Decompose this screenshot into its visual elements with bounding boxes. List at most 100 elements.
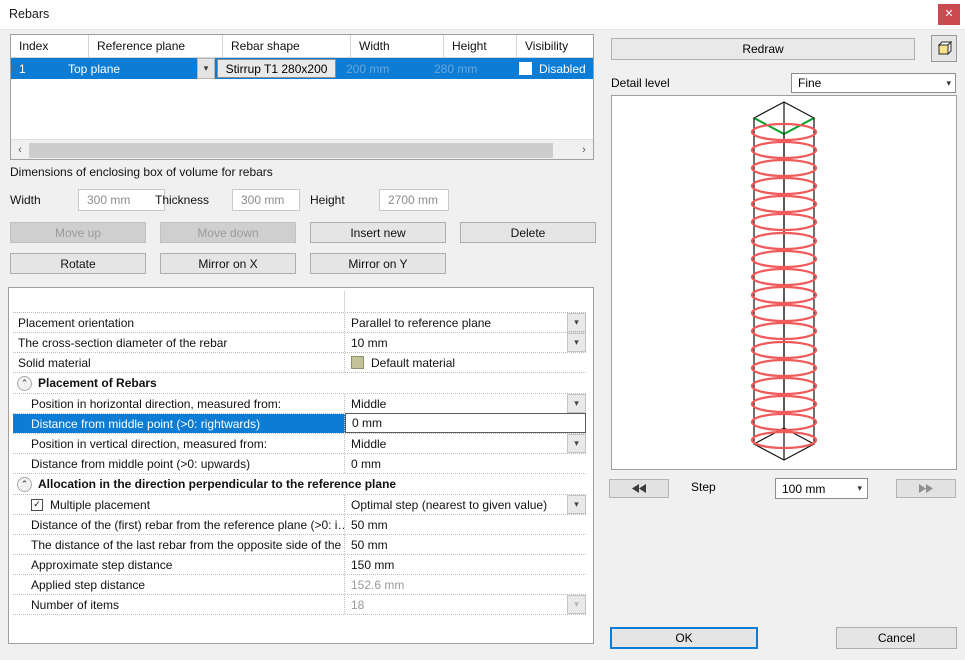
table-row[interactable]: 1 Top plane ▾ Stirrup T1 280x200 200 mm …: [11, 58, 593, 79]
value-vertical-position[interactable]: Middle ▾: [345, 434, 586, 453]
value-number-of-items: 18 ▾: [345, 595, 586, 614]
label-number-of-items: Number of items: [13, 595, 345, 614]
value-placement-orientation[interactable]: Parallel to reference plane ▾: [345, 313, 586, 332]
horizontal-position-text: Middle: [351, 396, 387, 411]
row-horizontal-distance[interactable]: Distance from middle point (>0: rightwar…: [13, 413, 586, 434]
multiple-placement-text: Multiple placement: [50, 497, 151, 512]
row-placement-orientation[interactable]: Placement orientation Parallel to refere…: [13, 313, 586, 333]
width-field[interactable]: 300 mm: [78, 189, 165, 211]
scroll-left-icon[interactable]: ‹: [11, 140, 29, 159]
property-grid: Placement orientation Parallel to refere…: [8, 287, 594, 644]
row-vertical-distance[interactable]: Distance from middle point (>0: upwards)…: [13, 454, 586, 474]
group-title-allocation: Allocation in the direction perpendicula…: [38, 477, 397, 491]
cell-rebar-shape-button[interactable]: Stirrup T1 280x200: [217, 59, 336, 78]
scrollbar-track[interactable]: [29, 141, 575, 158]
group-header-allocation[interactable]: ⌃ Allocation in the direction perpendicu…: [13, 474, 586, 495]
redraw-button[interactable]: Redraw: [611, 38, 915, 60]
chevron-down-icon[interactable]: ▾: [857, 479, 862, 498]
mirror-on-y-button[interactable]: Mirror on Y: [310, 253, 446, 274]
number-of-items-text: 18: [351, 597, 365, 612]
vertical-distance-input[interactable]: 0 mm: [345, 454, 586, 473]
value-multiple-placement[interactable]: Optimal step (nearest to given value) ▾: [345, 495, 586, 514]
column-header-rebar-shape[interactable]: Rebar shape: [223, 35, 351, 58]
chevron-down-icon[interactable]: ▾: [567, 595, 586, 614]
row-approximate-step[interactable]: Approximate step distance 150 mm: [13, 555, 586, 575]
row-last-rebar-distance[interactable]: The distance of the last rebar from the …: [13, 535, 586, 555]
delete-button[interactable]: Delete: [460, 222, 596, 243]
label-multiple-placement: ✓ Multiple placement: [13, 495, 345, 514]
move-up-button[interactable]: Move up: [10, 222, 146, 243]
close-icon[interactable]: ✕: [938, 4, 960, 25]
step-previous-button[interactable]: [609, 479, 669, 498]
property-grid-header: [13, 291, 586, 313]
column-header-index[interactable]: Index: [11, 35, 89, 58]
column-header-visibility[interactable]: Visibility: [517, 35, 593, 58]
label-vertical-distance: Distance from middle point (>0: upwards): [13, 454, 345, 473]
move-down-button[interactable]: Move down: [160, 222, 296, 243]
multiple-placement-checkbox[interactable]: ✓: [31, 498, 43, 511]
label-applied-step: Applied step distance: [13, 575, 345, 594]
mirror-on-x-button[interactable]: Mirror on X: [160, 253, 296, 274]
cancel-button[interactable]: Cancel: [836, 627, 957, 649]
group-title-placement: Placement of Rebars: [38, 376, 157, 390]
chevron-up-icon[interactable]: ⌃: [17, 476, 32, 492]
step-next-button[interactable]: [896, 479, 956, 498]
table-horizontal-scrollbar[interactable]: ‹ ›: [11, 139, 593, 159]
row-multiple-placement[interactable]: ✓ Multiple placement Optimal step (neare…: [13, 495, 586, 515]
row-solid-material[interactable]: Solid material Default material: [13, 353, 586, 373]
row-horizontal-position[interactable]: Position in horizontal direction, measur…: [13, 394, 586, 414]
group-header-placement-of-rebars[interactable]: ⌃ Placement of Rebars: [13, 373, 586, 394]
chevron-down-icon[interactable]: ▾: [946, 74, 951, 92]
scrollbar-thumb[interactable]: [29, 142, 554, 158]
label-cross-section-diameter: The cross-section diameter of the rebar: [13, 333, 345, 352]
first-rebar-distance-input[interactable]: 50 mm: [345, 515, 586, 534]
scroll-right-icon[interactable]: ›: [575, 140, 593, 159]
detail-level-select[interactable]: Fine ▾: [791, 73, 956, 93]
cell-height: 280 mm: [434, 61, 478, 76]
row-vertical-position[interactable]: Position in vertical direction, measured…: [13, 434, 586, 454]
horizontal-distance-input[interactable]: 0 mm: [345, 413, 586, 433]
chevron-down-icon[interactable]: ▾: [567, 394, 586, 413]
step-back-icon: [632, 484, 646, 493]
table-body: 1 Top plane ▾ Stirrup T1 280x200 200 mm …: [11, 58, 593, 137]
chevron-up-icon[interactable]: ⌃: [17, 375, 32, 391]
height-field[interactable]: 2700 mm: [379, 189, 449, 211]
cube-icon[interactable]: [931, 35, 957, 62]
step-select[interactable]: 100 mm ▾: [775, 478, 868, 499]
approximate-step-input[interactable]: 150 mm: [345, 555, 586, 574]
value-horizontal-position[interactable]: Middle ▾: [345, 394, 586, 413]
chevron-down-icon[interactable]: ▾: [567, 313, 586, 332]
thickness-field[interactable]: 300 mm: [232, 189, 300, 211]
property-grid-header-value: [345, 291, 586, 312]
cell-reference-plane: Top plane: [68, 61, 121, 76]
window-title: Rebars: [9, 7, 50, 21]
ok-button[interactable]: OK: [610, 627, 758, 649]
last-rebar-distance-input[interactable]: 50 mm: [345, 535, 586, 554]
width-label: Width: [10, 193, 41, 207]
visibility-checkbox[interactable]: [519, 62, 532, 75]
row-applied-step[interactable]: Applied step distance 152.6 mm: [13, 575, 586, 595]
cell-visibility: Disabled: [503, 58, 593, 79]
solid-material-text: Default material: [371, 355, 456, 370]
value-solid-material[interactable]: Default material: [345, 353, 586, 372]
value-cross-section-diameter[interactable]: 10 mm ▾: [345, 333, 586, 352]
column-header-height[interactable]: Height: [444, 35, 517, 58]
insert-new-button[interactable]: Insert new: [310, 222, 446, 243]
row-first-rebar-distance[interactable]: Distance of the (first) rebar from the r…: [13, 515, 586, 535]
rebar-3d-preview[interactable]: [611, 95, 957, 470]
title-bar: Rebars ✕: [0, 0, 965, 30]
cell-index: 1: [19, 61, 26, 76]
chevron-down-icon[interactable]: ▾: [567, 495, 586, 514]
chevron-down-icon[interactable]: ▾: [567, 434, 586, 453]
enclosing-box-caption: Dimensions of enclosing box of volume fo…: [10, 165, 273, 179]
row-number-of-items[interactable]: Number of items 18 ▾: [13, 595, 586, 615]
material-color-swatch[interactable]: [351, 356, 364, 369]
reference-plane-dropdown-arrow[interactable]: ▾: [197, 58, 215, 79]
rotate-button[interactable]: Rotate: [10, 253, 146, 274]
chevron-down-icon[interactable]: ▾: [567, 333, 586, 352]
column-header-reference-plane[interactable]: Reference plane: [89, 35, 223, 58]
label-first-rebar-distance: Distance of the (first) rebar from the r…: [13, 515, 345, 534]
column-header-width[interactable]: Width: [351, 35, 444, 58]
row-cross-section-diameter[interactable]: The cross-section diameter of the rebar …: [13, 333, 586, 353]
rebar-table: Index Reference plane Rebar shape Width …: [10, 34, 594, 160]
